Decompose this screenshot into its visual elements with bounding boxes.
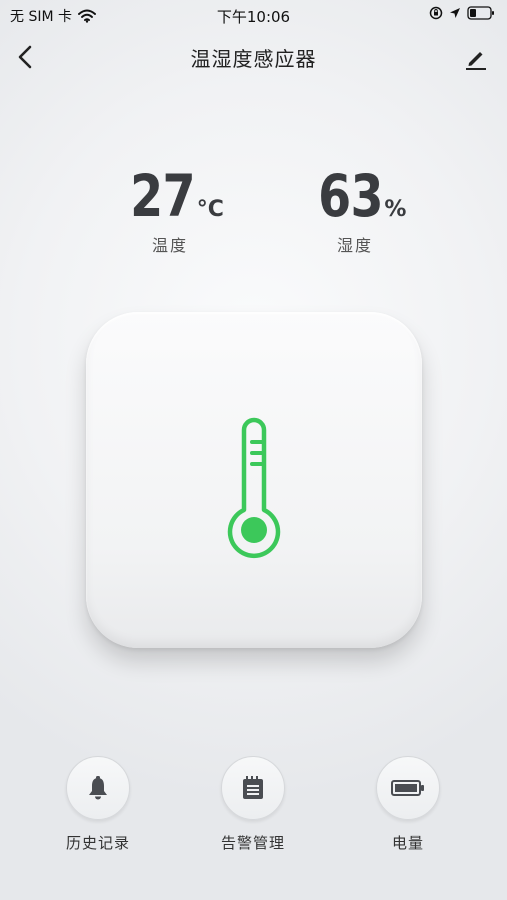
temperature-value: 27	[130, 162, 195, 230]
pencil-icon	[466, 52, 486, 70]
orientation-lock-icon	[429, 6, 443, 20]
battery-level-icon	[391, 780, 424, 796]
battery-button[interactable]: 电量	[348, 756, 468, 853]
nav-bar: 温湿度感应器	[0, 34, 507, 80]
humidity-label: 湿度	[336, 236, 373, 255]
battery-icon-circle	[376, 756, 440, 820]
battery-icon	[467, 6, 494, 20]
temperature-label: 温度	[151, 236, 188, 255]
history-button[interactable]: 历史记录	[38, 756, 158, 853]
bottom-actions: 历史记录 告警管理 电量	[0, 756, 507, 866]
temperature-unit: °C	[196, 197, 224, 222]
humidity-unit: %	[384, 197, 407, 222]
status-icons-group	[429, 6, 495, 20]
calendar-list-icon	[243, 776, 263, 799]
battery-label: 电量	[391, 834, 424, 852]
humidity-reading: 63 % 湿度	[275, 162, 435, 256]
alarm-management-button[interactable]: 告警管理	[193, 756, 313, 853]
alarm-icon-circle	[221, 756, 285, 820]
edit-button[interactable]	[463, 44, 489, 70]
thermometer-icon	[227, 417, 281, 559]
device-card[interactable]	[86, 312, 422, 648]
page-title: 温湿度感应器	[190, 47, 317, 71]
temperature-reading: 27 °C 温度	[90, 162, 250, 256]
humidity-value: 63	[317, 162, 383, 230]
alarm-management-label: 告警管理	[220, 834, 285, 852]
history-label: 历史记录	[65, 834, 130, 852]
bell-icon	[89, 776, 107, 800]
status-bar: 无 SIM 卡 下午10:06	[0, 0, 507, 30]
location-icon	[450, 8, 460, 18]
history-icon-circle	[66, 756, 130, 820]
